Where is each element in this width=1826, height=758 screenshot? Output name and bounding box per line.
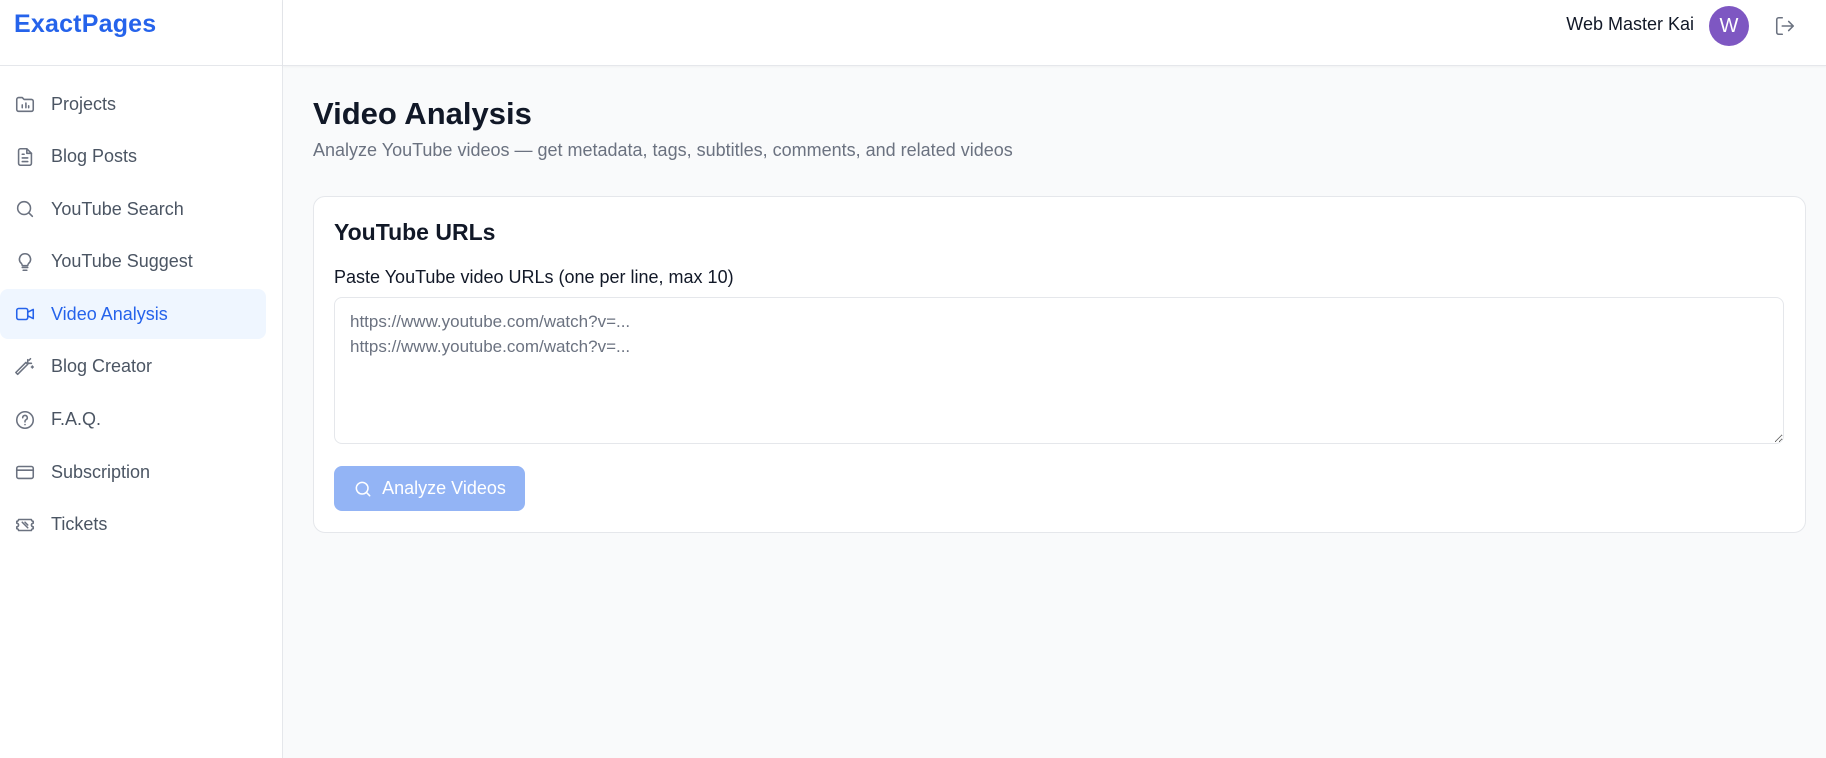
sidebar-item-label: Blog Posts bbox=[51, 146, 138, 167]
ticket-icon bbox=[13, 513, 37, 537]
sidebar-item-label: Blog Creator bbox=[51, 356, 153, 377]
sidebar-item-label: Subscription bbox=[51, 461, 151, 482]
search-icon bbox=[13, 197, 37, 221]
avatar-initial: W bbox=[1719, 14, 1739, 37]
document-icon bbox=[13, 145, 37, 169]
main-content: Video Analysis Analyze YouTube videos — … bbox=[313, 66, 1806, 533]
folder-chart-icon bbox=[13, 92, 37, 116]
avatar[interactable]: W bbox=[1709, 6, 1749, 46]
brand-logo-text[interactable]: ExactPages bbox=[14, 10, 156, 39]
page-title: Video Analysis bbox=[313, 96, 532, 131]
page-subtitle: Analyze YouTube videos — get metadata, t… bbox=[313, 140, 1013, 160]
analyze-videos-button[interactable]: Analyze Videos bbox=[334, 466, 525, 511]
sidebar-item-subscription[interactable]: Subscription bbox=[0, 447, 266, 497]
app-root: ExactPages Projects Blog Posts YouTube S… bbox=[0, 0, 1826, 758]
top-header: Web Master Kai W bbox=[283, 0, 1826, 66]
sidebar-item-faq[interactable]: F.A.Q. bbox=[0, 395, 266, 445]
sidebar-item-label: Tickets bbox=[51, 514, 108, 535]
lightbulb-icon bbox=[13, 250, 37, 274]
youtube-urls-card: YouTube URLs Paste YouTube video URLs (o… bbox=[313, 196, 1806, 533]
sidebar-nav: Projects Blog Posts YouTube Search YouTu… bbox=[0, 66, 282, 550]
sidebar-item-label: YouTube Search bbox=[51, 198, 184, 219]
credit-card-icon bbox=[13, 460, 37, 484]
sidebar-item-projects[interactable]: Projects bbox=[0, 79, 266, 129]
sidebar-item-youtube-search[interactable]: YouTube Search bbox=[0, 184, 266, 234]
user-name: Web Master Kai bbox=[1566, 14, 1694, 34]
sidebar-item-label: Video Analysis bbox=[51, 303, 168, 324]
logout-icon bbox=[1774, 15, 1796, 37]
sidebar-item-label: YouTube Suggest bbox=[51, 251, 193, 272]
urls-textarea[interactable] bbox=[334, 297, 1784, 444]
sidebar-item-youtube-suggest[interactable]: YouTube Suggest bbox=[0, 237, 266, 287]
analyze-button-label: Analyze Videos bbox=[382, 478, 506, 498]
sidebar: ExactPages Projects Blog Posts YouTube S… bbox=[0, 0, 283, 758]
sidebar-item-blog-creator[interactable]: Blog Creator bbox=[0, 342, 266, 392]
help-circle-icon bbox=[13, 408, 37, 432]
video-camera-icon bbox=[13, 302, 37, 326]
sidebar-item-blog-posts[interactable]: Blog Posts bbox=[0, 132, 266, 182]
sidebar-item-tickets[interactable]: Tickets bbox=[0, 500, 266, 550]
brand: ExactPages bbox=[0, 0, 282, 66]
magic-wand-icon bbox=[13, 355, 37, 379]
search-icon bbox=[353, 479, 373, 499]
sidebar-item-video-analysis[interactable]: Video Analysis bbox=[0, 289, 266, 340]
sidebar-item-label: F.A.Q. bbox=[51, 409, 102, 430]
urls-field-label: Paste YouTube video URLs (one per line, … bbox=[334, 267, 734, 287]
sidebar-item-label: Projects bbox=[51, 93, 117, 114]
card-title: YouTube URLs bbox=[334, 219, 496, 245]
logout-button[interactable] bbox=[1772, 13, 1798, 39]
